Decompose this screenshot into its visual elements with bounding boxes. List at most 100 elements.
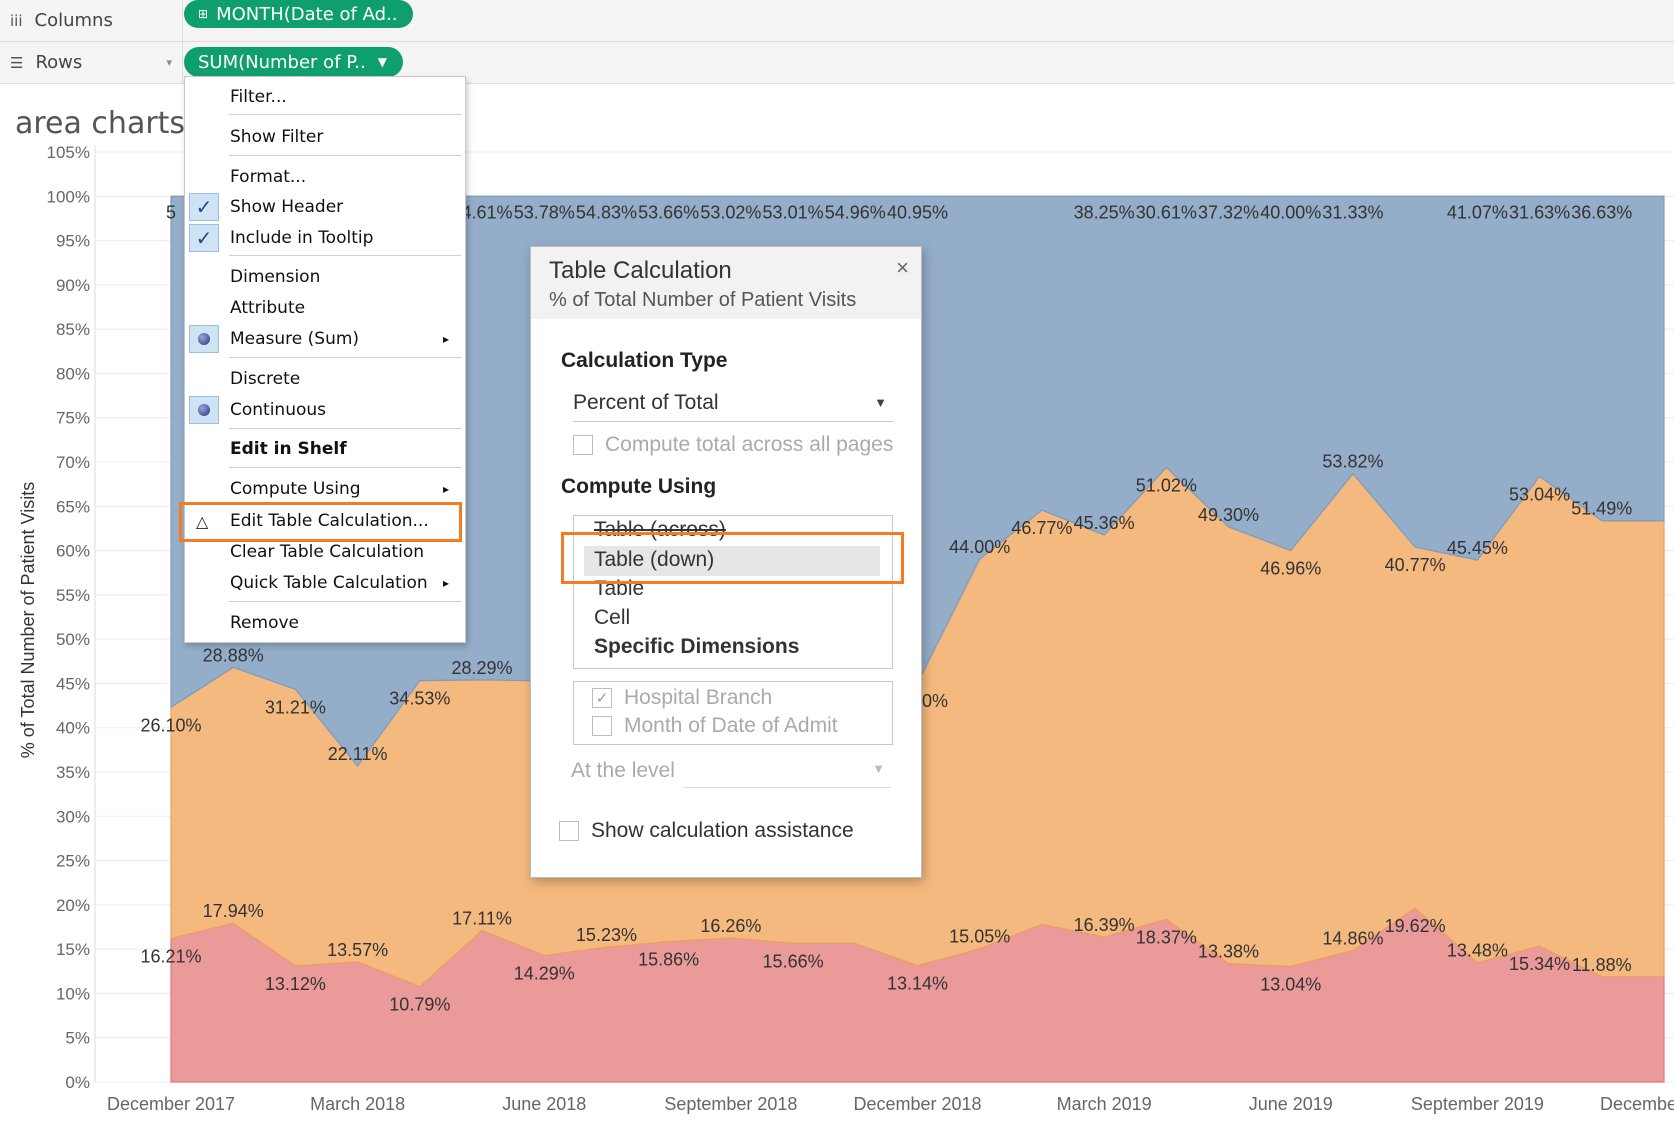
data-label: 41.07%: [1447, 202, 1508, 222]
data-label: 15.05%: [949, 927, 1010, 947]
menu-item-label: Remove: [230, 613, 299, 633]
menu-item-label: Show Filter: [230, 127, 324, 147]
data-label: 18.37%: [1136, 927, 1197, 947]
data-label: 22.11%: [328, 744, 388, 764]
columns-pill-month-date-admit[interactable]: ⊞ MONTH(Date of Ad..: [184, 0, 414, 28]
menu-item-label: Filter...: [230, 87, 287, 107]
menu-item-label: Edit in Shelf: [230, 439, 347, 459]
y-tick-label: 50%: [56, 630, 90, 649]
data-label: 34.53%: [389, 689, 450, 709]
highlight-box-edit-table-calculation: [179, 502, 462, 542]
compute-using-heading: Compute Using: [561, 475, 717, 498]
menu-item-dimension[interactable]: Dimension: [185, 263, 465, 291]
radio-selected-icon: [189, 325, 219, 353]
y-tick-label: 35%: [56, 763, 90, 782]
checkmark-icon: ✓: [189, 193, 219, 221]
checkbox-box: [559, 821, 579, 841]
menu-item-measure-sum[interactable]: Measure (Sum) ▸: [185, 325, 465, 353]
data-label: 53.04%: [1509, 484, 1570, 504]
rows-shelf-label[interactable]: ☰ Rows ▾: [0, 42, 183, 83]
rows-pill-sum-number-patient[interactable]: SUM(Number of P.. ▼: [184, 47, 403, 77]
y-axis-title: % of Total Number of Patient Visits: [18, 482, 38, 758]
menu-separator: [229, 357, 461, 358]
data-label: 13.14%: [887, 974, 948, 994]
at-the-level-select[interactable]: ▼: [683, 755, 891, 788]
data-label: 30.61%: [1136, 202, 1197, 222]
pill-context-menu: Filter... Show Filter Format... ✓ Show H…: [184, 76, 466, 643]
menu-item-label: Format...: [230, 167, 307, 187]
menu-item-include-tooltip[interactable]: ✓ Include in Tooltip: [185, 224, 465, 252]
dimension-label: Month of Date of Admit: [624, 714, 838, 737]
data-label: 53.78%: [514, 202, 575, 222]
data-label: 31.21%: [265, 697, 326, 717]
data-label: 13.48%: [1447, 941, 1508, 961]
calculation-type-value: Percent of Total: [573, 391, 719, 414]
compute-total-label: Compute total across all pages: [605, 433, 894, 456]
specific-dimensions-list: ✓ Hospital Branch Month of Date of Admit: [573, 681, 893, 745]
menu-item-filter[interactable]: Filter...: [185, 83, 465, 111]
data-label: 14.29%: [514, 963, 575, 983]
pill-dropdown-icon[interactable]: ▼: [378, 55, 387, 69]
submenu-arrow-icon: ▸: [442, 576, 449, 590]
menu-item-edit-in-shelf[interactable]: Edit in Shelf: [185, 435, 465, 463]
y-tick-label: 55%: [56, 586, 90, 605]
data-label: 17.11%: [452, 908, 512, 928]
y-tick-label: 60%: [56, 542, 90, 561]
data-label: 53.01%: [763, 202, 824, 222]
at-the-level-label: At the level: [571, 759, 675, 782]
y-tick-label: 100%: [47, 187, 90, 206]
x-tick-label: March 2019: [1057, 1094, 1152, 1114]
chevron-down-icon[interactable]: ▾: [166, 56, 172, 69]
menu-item-label: Quick Table Calculation: [230, 573, 428, 593]
calculation-type-select[interactable]: Percent of Total ▼: [573, 389, 893, 422]
y-tick-label: 20%: [56, 896, 90, 915]
dialog-subtitle: % of Total Number of Patient Visits: [549, 289, 857, 311]
menu-item-format[interactable]: Format...: [185, 163, 465, 191]
data-label: 45.45%: [1447, 538, 1508, 558]
menu-item-quick-table-calculation[interactable]: Quick Table Calculation ▸: [185, 569, 465, 597]
data-label: 13.57%: [327, 940, 388, 960]
y-tick-label: 95%: [56, 232, 90, 251]
menu-item-continuous[interactable]: Continuous: [185, 396, 465, 424]
close-icon[interactable]: ×: [896, 255, 909, 281]
x-tick-label: June 2018: [502, 1094, 586, 1114]
y-tick-label: 90%: [56, 276, 90, 295]
menu-item-compute-using[interactable]: Compute Using ▸: [185, 475, 465, 503]
data-label: 53.66%: [638, 202, 699, 222]
show-calculation-assistance-checkbox[interactable]: Show calculation assistance: [559, 819, 854, 843]
menu-item-clear-table-calculation[interactable]: Clear Table Calculation: [185, 538, 465, 566]
data-label: 49.30%: [1198, 505, 1259, 525]
menu-item-remove[interactable]: Remove: [185, 609, 465, 637]
dimension-checkbox-month-date-admit[interactable]: Month of Date of Admit: [592, 714, 838, 738]
y-tick-label: 15%: [56, 940, 90, 959]
data-label: 26.10%: [140, 715, 201, 735]
menu-separator: [229, 155, 461, 156]
y-tick-label: 70%: [56, 453, 90, 472]
data-label: 46.96%: [1260, 559, 1321, 579]
menu-separator: [229, 467, 461, 468]
data-label: 28.88%: [203, 645, 264, 665]
at-the-level-row: At the level: [571, 759, 675, 783]
columns-icon: iii: [10, 11, 23, 30]
chevron-down-icon: ▼: [874, 395, 887, 410]
menu-separator: [229, 114, 461, 115]
menu-item-show-filter[interactable]: Show Filter: [185, 123, 465, 151]
menu-item-show-header[interactable]: ✓ Show Header: [185, 193, 465, 221]
compute-using-option-specific-dimensions[interactable]: Specific Dimensions: [594, 635, 799, 659]
y-tick-label: 80%: [56, 364, 90, 383]
data-label: 15.86%: [638, 950, 699, 970]
compute-total-all-pages-checkbox[interactable]: Compute total across all pages: [573, 433, 893, 457]
menu-item-label: Dimension: [230, 267, 321, 287]
compute-using-option-cell[interactable]: Cell: [594, 606, 630, 630]
data-label: 28.29%: [452, 658, 513, 678]
data-label: 51.02%: [1136, 475, 1197, 495]
menu-item-discrete[interactable]: Discrete: [185, 365, 465, 393]
data-label: 51.49%: [1571, 499, 1632, 519]
x-tick-label: June 2019: [1249, 1094, 1333, 1114]
data-label: 13.12%: [265, 974, 326, 994]
y-tick-label: 25%: [56, 852, 90, 871]
data-label: 53.82%: [1322, 452, 1383, 472]
dimension-checkbox-hospital-branch[interactable]: ✓ Hospital Branch: [592, 686, 772, 710]
menu-item-attribute[interactable]: Attribute: [185, 294, 465, 322]
y-tick-label: 0%: [65, 1073, 90, 1092]
